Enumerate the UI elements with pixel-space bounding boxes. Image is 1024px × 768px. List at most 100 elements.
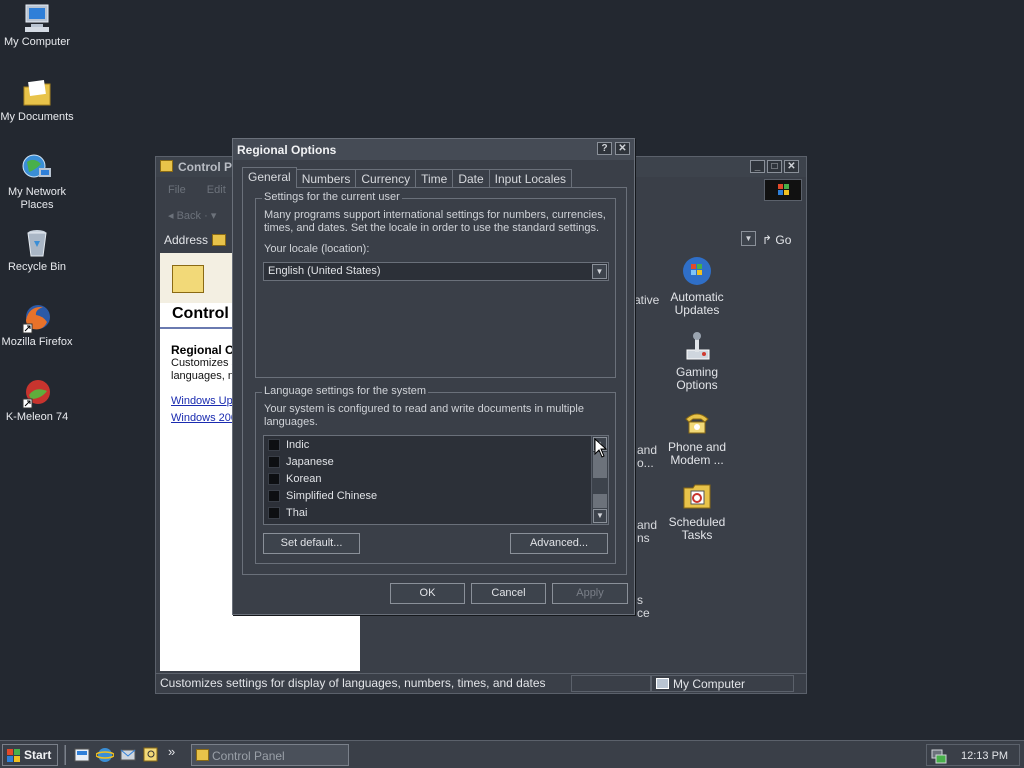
menu-file[interactable]: File <box>168 184 186 196</box>
outlook-express-icon[interactable] <box>119 746 137 764</box>
system-group-desc-2: languages. <box>264 416 318 428</box>
language-item[interactable]: Thai <box>268 506 588 522</box>
cp-icon-automatic-updates[interactable]: Automatic Updates <box>662 255 732 317</box>
link-windows-update[interactable]: Windows Upd <box>171 395 239 407</box>
locale-select[interactable]: English (United States) ▼ <box>263 262 609 281</box>
partial-label: ns <box>637 531 650 545</box>
go-arrow-icon: ↱ <box>762 233 773 247</box>
set-default-button[interactable]: Set default... <box>263 533 360 554</box>
taskbar: Start » Control Panel 12:13 PM <box>0 740 1024 768</box>
language-item[interactable]: Indic <box>268 438 588 454</box>
clock[interactable]: 12:13 PM <box>961 750 1008 762</box>
control-panel-title: Control Pa <box>178 160 239 174</box>
language-checkbox[interactable] <box>268 473 280 485</box>
control-panel-folder-icon <box>160 160 173 172</box>
webview-heading: Control <box>172 305 229 322</box>
windows-logo <box>764 179 802 201</box>
system-language-group: Language settings for the system Your sy… <box>255 385 616 564</box>
language-checkbox[interactable] <box>268 456 280 468</box>
tab-time[interactable]: Time <box>415 169 454 188</box>
dialog-titlebar[interactable]: Regional Options ? ✕ <box>233 139 634 160</box>
desktop-icon-my-computer[interactable]: My Computer <box>0 2 74 49</box>
address-dropdown[interactable]: ▼ <box>738 230 756 249</box>
show-desktop-icon[interactable] <box>73 746 91 764</box>
language-checkbox[interactable] <box>268 490 280 502</box>
tab-input-locales[interactable]: Input Locales <box>488 169 573 188</box>
windows-flag-icon <box>7 749 21 765</box>
advanced-button[interactable]: Advanced... <box>510 533 608 554</box>
language-label: Simplified Chinese <box>286 490 378 502</box>
search-icon[interactable] <box>142 746 160 764</box>
desktop-icon-firefox[interactable]: Mozilla Firefox <box>0 302 74 349</box>
status-zone: My Computer <box>651 675 794 692</box>
back-button[interactable]: ◂ Back · ▾ <box>168 210 216 222</box>
tab-general[interactable]: General <box>242 167 297 188</box>
locale-value: English (United States) <box>268 265 381 277</box>
tab-currency[interactable]: Currency <box>355 169 417 188</box>
language-item[interactable]: Korean <box>268 472 588 488</box>
partial-label: and <box>637 443 658 457</box>
group-legend: Settings for the current user <box>262 191 402 203</box>
go-button[interactable]: ↱ Go <box>762 233 791 247</box>
tab-numbers[interactable]: Numbers <box>295 169 357 188</box>
address-label: Address <box>164 233 209 247</box>
dialog-close-button[interactable]: ✕ <box>615 142 630 155</box>
regional-options-folder-icon <box>172 265 204 293</box>
scroll-down-button[interactable]: ▼ <box>593 509 607 523</box>
cp-icon-scheduled-tasks[interactable]: Scheduled Tasks <box>662 480 732 542</box>
link-windows-2000[interactable]: Windows 200 <box>171 412 237 424</box>
user-group-desc-2: times, and dates. Set the locale in orde… <box>264 222 600 234</box>
desktop-icon-label: Mozilla Firefox <box>1 336 73 348</box>
desktop-icon-kmeleon[interactable]: K-Meleon 74 <box>0 377 74 424</box>
desktop-icon-label: My Network Places <box>7 186 67 211</box>
general-tab-panel: Settings for the current user Many progr… <box>242 187 627 575</box>
language-checkbox[interactable] <box>268 507 280 519</box>
cp-icon-gaming-options[interactable]: Gaming Options <box>662 330 732 392</box>
recycle-bin-icon <box>21 227 53 259</box>
phone-icon <box>681 405 713 437</box>
computer-icon <box>656 678 669 689</box>
my-documents-icon <box>21 77 53 109</box>
back-label: Back <box>176 210 202 222</box>
network-tray-icon[interactable] <box>931 748 947 767</box>
apply-button[interactable]: Apply <box>552 583 628 604</box>
section-title: Regional O <box>171 343 235 357</box>
desktop-icon-recycle-bin[interactable]: Recycle Bin <box>0 227 74 274</box>
user-group-desc-1: Many programs support international sett… <box>264 209 606 221</box>
cancel-button[interactable]: Cancel <box>471 583 546 604</box>
language-item[interactable]: Japanese <box>268 455 588 471</box>
ok-button[interactable]: OK <box>390 583 465 604</box>
windows-update-icon <box>681 255 713 287</box>
desktop-icon-network-places[interactable]: My Network Places <box>0 152 74 212</box>
desktop-icon-my-documents[interactable]: My Documents <box>0 77 74 124</box>
dialog-body: General Numbers Currency Time Date Input… <box>242 167 627 575</box>
internet-explorer-icon[interactable] <box>95 746 115 764</box>
section-desc-1: Customizes s <box>171 357 238 369</box>
group-legend: Language settings for the system <box>262 385 429 397</box>
taskbar-item-control-panel[interactable]: Control Panel <box>191 744 349 766</box>
chevron-down-icon[interactable]: ▼ <box>592 264 607 279</box>
statusbar: Customizes settings for display of langu… <box>156 673 806 693</box>
system-tray: 12:13 PM <box>926 744 1020 766</box>
locale-label: Your locale (location): <box>264 243 370 255</box>
language-checkbox[interactable] <box>268 439 280 451</box>
start-button[interactable]: Start <box>2 744 58 766</box>
status-zone-label: My Computer <box>673 677 746 691</box>
tab-date[interactable]: Date <box>452 169 490 188</box>
tab-strip: General Numbers Currency Time Date Input… <box>242 167 573 188</box>
menu-edit[interactable]: Edit <box>207 184 226 196</box>
taskbar-divider <box>64 745 66 765</box>
cp-icon-label: Automatic Updates <box>670 290 724 317</box>
partial-label: o... <box>637 456 654 470</box>
dialog-title: Regional Options <box>237 143 337 157</box>
help-button[interactable]: ? <box>597 142 612 155</box>
cp-icon-phone-modem[interactable]: Phone and Modem ... <box>662 405 732 467</box>
start-label: Start <box>24 748 52 762</box>
close-button[interactable]: ✕ <box>784 160 799 173</box>
language-item[interactable]: Simplified Chinese <box>268 489 588 505</box>
scroll-thumb-lower <box>593 494 607 508</box>
maximize-button[interactable]: □ <box>767 160 782 173</box>
regional-options-dialog: Regional Options ? ✕ General Numbers Cur… <box>232 138 635 615</box>
quick-launch-more[interactable]: » <box>168 744 175 759</box>
minimize-button[interactable]: _ <box>750 160 765 173</box>
